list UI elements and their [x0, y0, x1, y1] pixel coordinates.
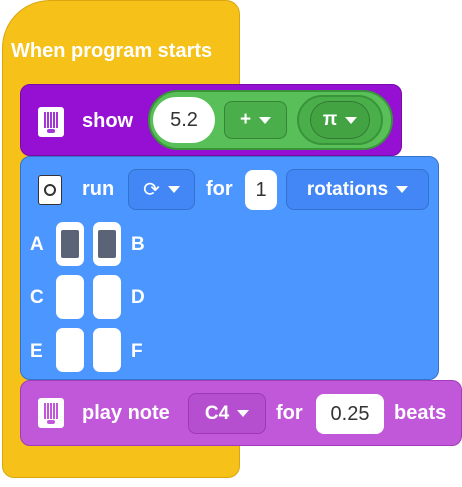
note-dropdown[interactable]: C4 — [188, 393, 266, 434]
display-grid-icon — [38, 398, 64, 428]
port-c-toggle[interactable] — [56, 275, 84, 319]
port-label-f: F — [131, 341, 143, 362]
port-label-e: E — [30, 341, 43, 362]
play-note-label: play note — [82, 402, 170, 424]
port-e-toggle[interactable] — [56, 328, 84, 372]
port-label-c: C — [30, 287, 44, 308]
direction-dropdown[interactable]: ⟳ — [128, 169, 195, 210]
port-label-b: B — [131, 234, 145, 255]
for-label: for — [206, 178, 233, 200]
operator-dropdown[interactable]: + — [224, 101, 287, 139]
port-f-toggle[interactable] — [93, 328, 121, 372]
constant-value: π — [322, 109, 338, 130]
port-a-toggle[interactable] — [56, 222, 84, 266]
chevron-down-icon — [396, 186, 409, 193]
port-label-d: D — [131, 287, 145, 308]
show-label: show — [82, 110, 134, 132]
unit-value: rotations — [306, 178, 389, 200]
beats-input[interactable]: 0.25 — [316, 394, 384, 434]
unit-dropdown[interactable]: rotations — [286, 169, 429, 210]
chevron-down-icon — [167, 186, 180, 193]
event-hat-title: When program starts — [11, 40, 213, 62]
constant-dropdown[interactable]: π — [310, 101, 370, 139]
chevron-down-icon — [259, 116, 272, 124]
display-grid-icon — [38, 107, 64, 137]
chevron-down-icon — [237, 410, 250, 417]
port-label-a: A — [30, 234, 44, 255]
operator-value: + — [239, 109, 252, 130]
motor-icon — [38, 175, 62, 205]
number-input[interactable]: 5.2 — [153, 97, 215, 143]
chevron-down-icon — [345, 116, 358, 124]
port-d-toggle[interactable] — [93, 275, 121, 319]
note-value: C4 — [204, 402, 230, 424]
beats-label: beats — [394, 402, 447, 424]
for-label: for — [276, 402, 303, 424]
port-b-toggle[interactable] — [93, 222, 121, 266]
amount-input[interactable]: 1 — [245, 170, 277, 210]
clockwise-arrow-icon: ⟳ — [143, 179, 160, 201]
run-label: run — [82, 178, 115, 200]
